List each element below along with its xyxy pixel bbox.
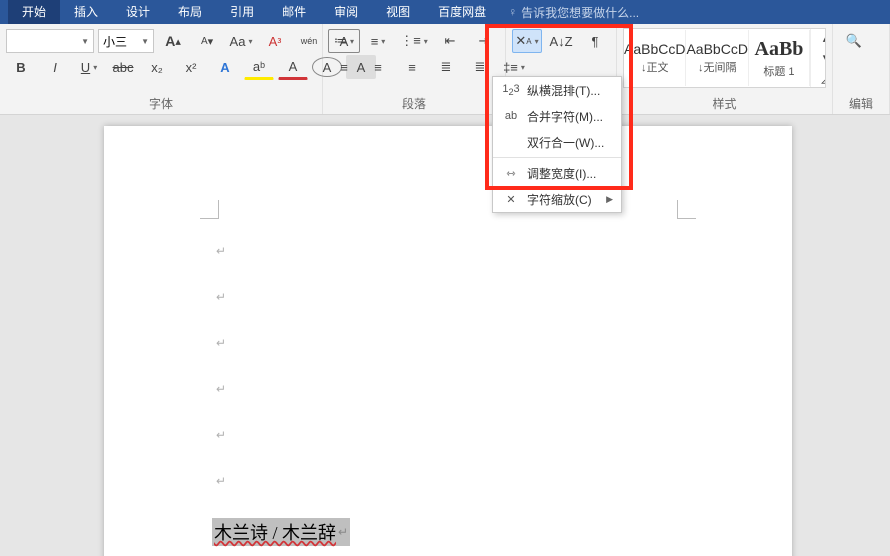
font-size-combo[interactable]: 小三▼ xyxy=(98,29,154,53)
tab-design[interactable]: 设计 xyxy=(112,0,164,24)
superscript-button[interactable]: x² xyxy=(176,55,206,79)
underline-button[interactable]: U▾ xyxy=(74,55,104,79)
clear-format-button[interactable]: Aᵌ xyxy=(260,29,290,53)
document-canvas[interactable]: ↵ ↵ ↵ ↵ ↵ ↵ 木兰诗 / 木兰辞 ↵ xyxy=(0,118,890,556)
style-normal[interactable]: AaBbCcD ↓正文 xyxy=(624,30,686,86)
tab-home[interactable]: 开始 xyxy=(8,0,60,24)
dd-horizontal-vertical[interactable]: 123 纵横混排(T)... xyxy=(493,77,621,103)
bold-button[interactable]: B xyxy=(6,55,36,79)
dd-two-lines[interactable]: 双行合一(W)... xyxy=(493,129,621,155)
style-expand[interactable]: ◿ xyxy=(811,68,826,88)
dd-separator xyxy=(493,157,621,158)
decrease-indent-button[interactable]: ⇤ xyxy=(435,29,465,53)
margin-corner-tr xyxy=(677,200,696,219)
lightbulb-icon: ♀ xyxy=(508,5,517,19)
paragraph-mark: ↵ xyxy=(216,244,226,258)
chevron-down-icon: ▼ xyxy=(81,37,89,46)
style-scroll-up[interactable]: ▴ xyxy=(811,28,826,48)
group-paragraph-label: 段落 xyxy=(329,93,499,114)
phonetic-guide-button[interactable]: wén xyxy=(294,29,324,53)
group-font: ▼ 小三▼ A▴ A▾ Aa▾ Aᵌ wén A B I U▾ abc x₂ x… xyxy=(0,24,323,114)
style-heading1[interactable]: AaBb 标题 1 xyxy=(749,30,810,86)
ribbon-tabs: 开始 插入 设计 布局 引用 邮件 审阅 视图 百度网盘 ♀ 告诉我您想要做什么… xyxy=(0,0,890,24)
font-name-combo[interactable]: ▼ xyxy=(6,29,94,53)
text-effects-button[interactable]: A xyxy=(210,55,240,79)
highlight-button[interactable]: aᵇ xyxy=(244,54,274,80)
group-editing-label: 编辑 xyxy=(839,93,883,114)
italic-button[interactable]: I xyxy=(40,55,70,79)
tab-review[interactable]: 审阅 xyxy=(320,0,372,24)
asian-layout-dropdown: 123 纵横混排(T)... ab 合并字符(M)... 双行合一(W)... … xyxy=(492,76,622,213)
numbering-button[interactable]: ≡▾ xyxy=(363,29,393,53)
page[interactable]: ↵ ↵ ↵ ↵ ↵ ↵ 木兰诗 / 木兰辞 ↵ xyxy=(104,126,792,556)
tab-references[interactable]: 引用 xyxy=(216,0,268,24)
chevron-down-icon: ▼ xyxy=(141,37,149,46)
group-editing: 🔍 编辑 xyxy=(833,24,890,114)
strike-button[interactable]: abc xyxy=(108,55,138,79)
paragraph-mark: ↵ xyxy=(216,336,226,350)
dd-adjust-width[interactable]: ⇿ 调整宽度(I)... xyxy=(493,160,621,186)
submenu-arrow-icon: ▶ xyxy=(606,194,613,205)
justify-button[interactable]: ≣ xyxy=(431,55,461,79)
align-right-button[interactable]: ≡ xyxy=(397,55,427,79)
width-icon: ⇿ xyxy=(501,167,521,180)
style-gallery[interactable]: AaBbCcD ↓正文 AaBbCcD ↓无间隔 AaBb 标题 1 ▴ ▾ ◿ xyxy=(623,28,826,88)
scale-icon: ✕ xyxy=(501,193,521,206)
combine-icon: ab xyxy=(501,110,521,122)
asian-layout-button[interactable]: ✕A▾ xyxy=(512,29,542,53)
paragraph-mark: ↵ xyxy=(216,474,226,488)
bullets-button[interactable]: ≔▾ xyxy=(329,29,359,53)
tab-insert[interactable]: 插入 xyxy=(60,0,112,24)
margin-corner-tl xyxy=(200,200,219,219)
hv-mix-icon: 123 xyxy=(501,83,521,97)
tab-baidu[interactable]: 百度网盘 xyxy=(424,0,500,24)
show-marks-button[interactable]: ¶ xyxy=(580,29,610,53)
subscript-button[interactable]: x₂ xyxy=(142,55,172,79)
paragraph-mark: ↵ xyxy=(216,428,226,442)
group-font-label: 字体 xyxy=(6,93,316,114)
paragraph-mark: ↵ xyxy=(216,382,226,396)
find-button[interactable]: 🔍 xyxy=(839,29,869,53)
style-no-spacing[interactable]: AaBbCcD ↓无间隔 xyxy=(686,30,748,86)
selected-text-content: 木兰诗 / 木兰辞 xyxy=(214,519,336,545)
group-styles: AaBbCcD ↓正文 AaBbCcD ↓无间隔 AaBb 标题 1 ▴ ▾ ◿… xyxy=(617,24,833,114)
align-left-button[interactable]: ≡ xyxy=(329,55,359,79)
distribute-button[interactable]: ≣ xyxy=(465,55,495,79)
change-case-button[interactable]: Aa▾ xyxy=(226,29,256,53)
paragraph-mark: ↵ xyxy=(338,525,348,540)
tab-mail[interactable]: 邮件 xyxy=(268,0,320,24)
paragraph-mark: ↵ xyxy=(216,290,226,304)
tell-me-placeholder: 告诉我您想要做什么... xyxy=(521,4,639,21)
style-scroll-down[interactable]: ▾ xyxy=(811,48,826,68)
increase-indent-button[interactable]: ⇥ xyxy=(469,29,499,53)
multilevel-button[interactable]: ⋮≡▾ xyxy=(397,29,431,53)
group-styles-label: 样式 xyxy=(623,93,826,114)
group-paragraph: ≔▾ ≡▾ ⋮≡▾ ⇤ ⇥ ≡ ≡ ≡ ≣ ≣ ‡≡▾ 段落 xyxy=(323,24,506,114)
dd-combine-chars[interactable]: ab 合并字符(M)... xyxy=(493,103,621,129)
grow-font-button[interactable]: A▴ xyxy=(158,29,188,53)
ribbon: ▼ 小三▼ A▴ A▾ Aa▾ Aᵌ wén A B I U▾ abc x₂ x… xyxy=(0,24,890,115)
selected-text[interactable]: 木兰诗 / 木兰辞 ↵ xyxy=(212,518,350,546)
tell-me-search[interactable]: ♀ 告诉我您想要做什么... xyxy=(508,4,639,21)
shrink-font-button[interactable]: A▾ xyxy=(192,29,222,53)
align-center-button[interactable]: ≡ xyxy=(363,55,393,79)
sort-button[interactable]: A↓Z xyxy=(546,29,576,53)
dd-char-scale[interactable]: ✕ 字符缩放(C) ▶ xyxy=(493,186,621,212)
font-color-button[interactable]: A xyxy=(278,54,308,80)
tab-layout[interactable]: 布局 xyxy=(164,0,216,24)
tab-view[interactable]: 视图 xyxy=(372,0,424,24)
